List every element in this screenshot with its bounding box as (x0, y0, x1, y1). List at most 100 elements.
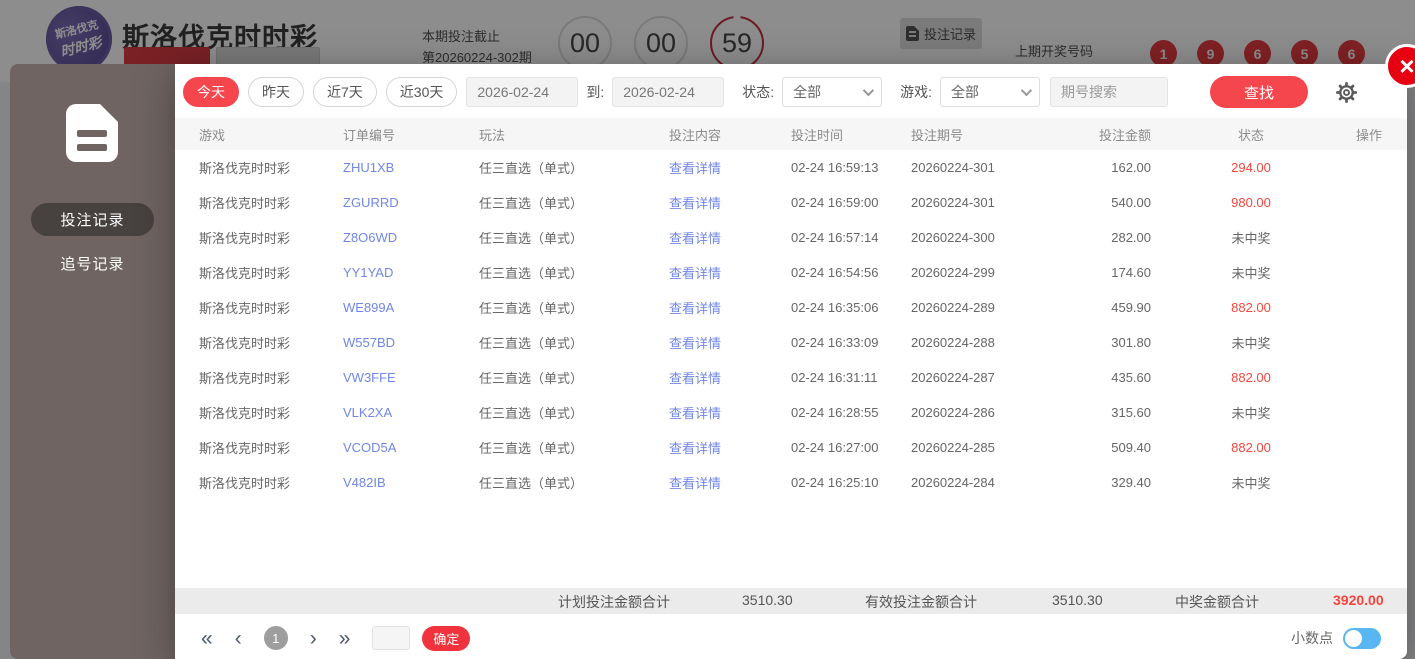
view-details-link[interactable]: 查看详情 (669, 438, 791, 457)
game-label: 游戏: (900, 84, 933, 100)
view-details-link[interactable]: 查看详情 (669, 158, 791, 177)
cell-period: 20260224-288 (911, 335, 995, 350)
last-page-button[interactable]: » (339, 628, 351, 649)
cell-amount: 301.80 (1111, 335, 1151, 350)
win-total-label: 中奖金额合计 (1175, 594, 1259, 610)
cell-game: 斯洛伐克时时彩 (199, 336, 291, 351)
game-select[interactable]: 全部 (940, 77, 1041, 107)
order-id-link[interactable]: ZGURRD (343, 195, 479, 210)
table-body: 斯洛伐克时时彩 ZHU1XB 任三直选（单式） 查看详情 02-24 16:59:13 2… (175, 150, 1407, 500)
table-row: 斯洛伐克时时彩 VLK2XA 任三直选（单式） 查看详情 02-24 16:28:55 2… (175, 395, 1407, 430)
column-header: 状态 (1237, 127, 1264, 143)
date-to-input[interactable] (612, 77, 725, 107)
view-details-link[interactable]: 查看详情 (669, 263, 791, 282)
go-to-page-button[interactable]: 确定 (422, 625, 471, 651)
pagination-bar: « ‹ 1 › » 确定 小数点 (175, 620, 1407, 656)
chevron-down-icon (862, 84, 875, 97)
bet-records-modal: × 今天昨天近7天近30天 到: 状态: 全部 游戏: 全部 查找 (175, 44, 1415, 659)
cell-period: 20260224-285 (911, 440, 995, 455)
cell-bet-time: 02-24 16:28:55 (791, 405, 879, 420)
status-label: 状态: (742, 84, 775, 100)
cell-period: 20260224-301 (911, 160, 995, 175)
cell-status: 未中奖 (1231, 266, 1271, 281)
date-from-input[interactable] (466, 77, 579, 107)
game-select-value: 全部 (951, 84, 980, 100)
cell-period: 20260224-287 (911, 370, 995, 385)
cell-play-type: 任三直选（单式） (479, 266, 584, 281)
quick-range-pill[interactable]: 近7天 (313, 77, 377, 107)
order-id-link[interactable]: Z8O6WD (343, 230, 479, 245)
status-select[interactable]: 全部 (782, 77, 883, 107)
cell-bet-time: 02-24 16:33:09 (791, 335, 879, 350)
order-id-link[interactable]: VW3FFE (343, 370, 479, 385)
chevron-down-icon (1020, 84, 1033, 97)
cell-amount: 435.60 (1111, 370, 1151, 385)
order-id-link[interactable]: ZHU1XB (343, 160, 479, 175)
table-row: 斯洛伐克时时彩 V482IB 任三直选（单式） 查看详情 02-24 16:25:10 2… (175, 465, 1407, 500)
cell-status: 980.00 (1231, 195, 1271, 210)
cell-period: 20260224-299 (911, 265, 995, 280)
search-button[interactable]: 查找 (1210, 76, 1309, 108)
cell-game: 斯洛伐克时时彩 (199, 196, 291, 211)
cell-game: 斯洛伐克时时彩 (199, 406, 291, 421)
cell-game: 斯洛伐克时时彩 (199, 441, 291, 456)
cell-period: 20260224-300 (911, 230, 995, 245)
order-id-link[interactable]: YY1YAD (343, 265, 479, 280)
settings-gear-icon[interactable] (1334, 80, 1359, 105)
win-total-value: 3920.00 (1333, 592, 1384, 608)
cell-period: 20260224-301 (911, 195, 995, 210)
table-row: 斯洛伐克时时彩 WE899A 任三直选（单式） 查看详情 02-24 16:35:06 2… (175, 290, 1407, 325)
valid-total-value: 3510.30 (1052, 592, 1103, 608)
sidebar-item-inactive[interactable]: 追号记录 (31, 247, 154, 280)
cell-bet-time: 02-24 16:57:14 (791, 230, 879, 245)
cell-status: 未中奖 (1231, 406, 1271, 421)
summary-bar: 计划投注金额合计 3510.30 有效投注金额合计 3510.30 中奖金额合计… (175, 588, 1407, 614)
first-page-button[interactable]: « (201, 628, 213, 649)
decimal-toggle[interactable] (1343, 627, 1381, 649)
cell-play-type: 任三直选（单式） (479, 196, 584, 211)
next-page-button[interactable]: › (310, 628, 317, 649)
order-id-link[interactable]: W557BD (343, 335, 479, 350)
current-page-indicator[interactable]: 1 (263, 626, 288, 650)
cell-amount: 329.40 (1111, 475, 1151, 490)
view-details-link[interactable]: 查看详情 (669, 473, 791, 492)
cell-status: 未中奖 (1231, 231, 1271, 246)
column-header: 操作 (1355, 127, 1382, 143)
order-id-link[interactable]: VCOD5A (343, 440, 479, 455)
quick-range-pill[interactable]: 近30天 (385, 77, 458, 107)
planned-total-value: 3510.30 (742, 592, 793, 608)
status-select-value: 全部 (793, 84, 822, 100)
cell-bet-time: 02-24 16:31:11 (791, 370, 878, 385)
sidebar-item-active[interactable]: 投注记录 (31, 203, 154, 236)
page-number-input[interactable] (372, 626, 411, 650)
table-row: 斯洛伐克时时彩 ZGURRD 任三直选（单式） 查看详情 02-24 16:59:00 2… (175, 185, 1407, 220)
order-id-link[interactable]: WE899A (343, 300, 479, 315)
view-details-link[interactable]: 查看详情 (669, 228, 791, 247)
cell-play-type: 任三直选（单式） (479, 406, 584, 421)
view-details-link[interactable]: 查看详情 (669, 333, 791, 352)
valid-total-label: 有效投注金额合计 (865, 594, 977, 610)
view-details-link[interactable]: 查看详情 (669, 368, 791, 387)
period-search-input[interactable] (1050, 77, 1169, 107)
cell-amount: 540.00 (1111, 195, 1151, 210)
quick-range-pill[interactable]: 昨天 (248, 77, 304, 107)
cell-amount: 509.40 (1111, 440, 1151, 455)
cell-amount: 162.00 (1111, 160, 1151, 175)
quick-range-pill[interactable]: 今天 (183, 77, 239, 107)
table-row: 斯洛伐克时时彩 W557BD 任三直选（单式） 查看详情 02-24 16:33:09 2… (175, 325, 1407, 360)
prev-page-button[interactable]: ‹ (235, 628, 242, 649)
cell-play-type: 任三直选（单式） (479, 336, 584, 351)
view-details-link[interactable]: 查看详情 (669, 193, 791, 212)
table-row: 斯洛伐克时时彩 ZHU1XB 任三直选（单式） 查看详情 02-24 16:59:13 2… (175, 150, 1407, 185)
column-header: 玩法 (479, 127, 506, 143)
cell-game: 斯洛伐克时时彩 (199, 371, 291, 386)
cell-amount: 282.00 (1111, 230, 1151, 245)
filter-bar: 今天昨天近7天近30天 到: 状态: 全部 游戏: 全部 查找 (183, 73, 1399, 111)
table-row: 斯洛伐克时时彩 VCOD5A 任三直选（单式） 查看详情 02-24 16:27:00 2… (175, 430, 1407, 465)
view-details-link[interactable]: 查看详情 (669, 403, 791, 422)
order-id-link[interactable]: V482IB (343, 475, 479, 490)
cell-play-type: 任三直选（单式） (479, 161, 584, 176)
records-sidebar: 投注记录 追号记录 (10, 64, 175, 659)
order-id-link[interactable]: VLK2XA (343, 405, 479, 420)
view-details-link[interactable]: 查看详情 (669, 298, 791, 317)
